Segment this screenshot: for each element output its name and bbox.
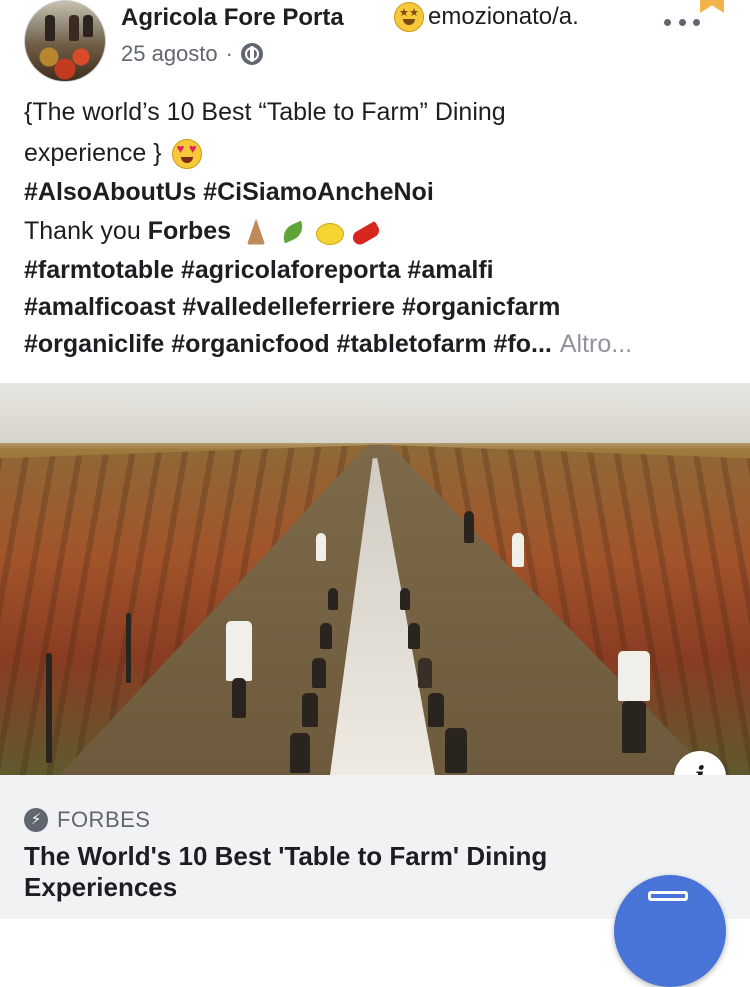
bookmark-ribbon-icon bbox=[700, 0, 724, 13]
post-meta: 25 agosto · bbox=[121, 41, 263, 67]
hot-pepper-emoji-icon bbox=[349, 217, 383, 247]
link-source: FORBES bbox=[24, 807, 150, 833]
forbes-mention[interactable]: Forbes bbox=[148, 211, 231, 252]
post-hashtags: #AlsoAboutUs #CiSiamoAncheNoi bbox=[24, 178, 434, 206]
post-line: {The world’s 10 Best “Table to Farm” Din… bbox=[24, 98, 506, 126]
instant-article-bolt-icon bbox=[24, 808, 48, 832]
more-options-button[interactable] bbox=[664, 12, 700, 32]
feeling-activity: emozionato/a. bbox=[394, 2, 579, 32]
post-header: Agricola Fore Porta emozionato/a. 25 ago… bbox=[0, 0, 750, 84]
more-dots-icon bbox=[664, 18, 671, 26]
post-line: experience } bbox=[24, 133, 734, 174]
heart-eyes-emoji-icon bbox=[171, 138, 202, 169]
post-text: {The world’s 10 Best “Table to Farm” Din… bbox=[24, 92, 734, 363]
post-line-thanks: Thank you Forbes bbox=[24, 211, 734, 252]
shared-link-photo[interactable] bbox=[0, 383, 750, 775]
herb-leaf-emoji-icon bbox=[277, 217, 309, 247]
feeling-text: emozionato/a. bbox=[428, 3, 579, 30]
photo-sky bbox=[0, 383, 750, 443]
link-title[interactable]: The World's 10 Best 'Table to Farm' Dini… bbox=[24, 841, 664, 903]
lemon-emoji-icon bbox=[313, 217, 345, 247]
folded-hands-emoji-icon bbox=[239, 217, 273, 247]
post-date[interactable]: 25 agosto bbox=[121, 41, 218, 67]
see-more-link[interactable]: Altro... bbox=[560, 324, 632, 365]
page-avatar[interactable] bbox=[24, 0, 106, 82]
post-hashtags: #farmtotable #agricolaforeporta #amalfi bbox=[24, 256, 494, 284]
page-name-link[interactable]: Agricola Fore Porta bbox=[121, 4, 344, 32]
compose-pen-icon bbox=[648, 891, 688, 901]
globe-icon bbox=[240, 43, 263, 65]
post-hashtags: #amalficoast #valledelleferriere #organi… bbox=[24, 293, 561, 321]
link-source-label: FORBES bbox=[57, 807, 151, 832]
compose-button[interactable] bbox=[614, 875, 726, 987]
meta-separator: · bbox=[225, 41, 233, 66]
star-struck-emoji-icon bbox=[394, 2, 424, 32]
post-hashtags: #organiclife #organicfood #tabletofarm #… bbox=[24, 326, 734, 363]
